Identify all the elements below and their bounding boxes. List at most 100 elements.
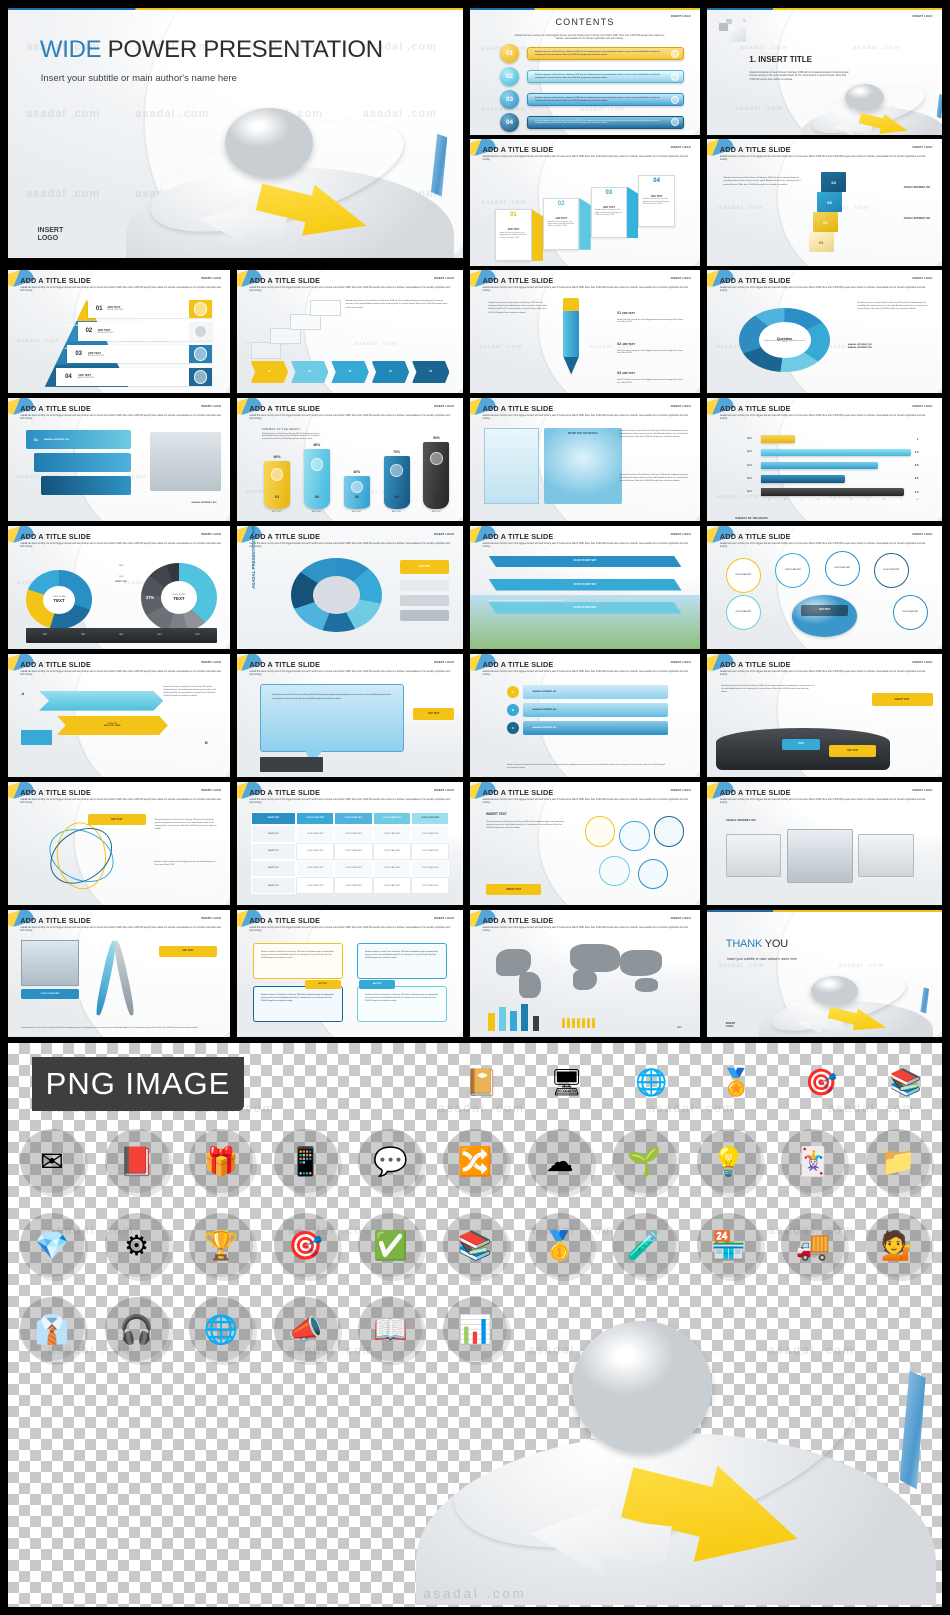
thankyou-slide[interactable]: asadal .comasadal .com THANK YOU Insert … bbox=[707, 910, 942, 1037]
list-item[interactable]: 01 Started its business in Seoul Korea i… bbox=[499, 44, 684, 64]
add-text-button[interactable]: CLICK TO ADD TEXT bbox=[488, 555, 682, 568]
donut-chart-right[interactable]: CLICK TO ADD TEXT 37% bbox=[141, 562, 217, 632]
list-item[interactable]: 01 ASADAL INTERNET, INC bbox=[26, 430, 131, 449]
list-item[interactable]: 05 bbox=[411, 361, 450, 384]
circle-node[interactable] bbox=[619, 821, 650, 852]
diamond-icon[interactable]: 💎 bbox=[20, 1213, 84, 1277]
medal-ribbon-icon[interactable]: 🏅 bbox=[714, 1060, 758, 1104]
add-text-button[interactable]: CLICK TO ADD TEXT bbox=[488, 602, 682, 614]
globe-network-slide[interactable]: ADD A TITLE SLIDE Asadal has been runnin… bbox=[707, 526, 942, 649]
intro-slide[interactable]: asadal .com asadal .com asadal .com asad… bbox=[707, 8, 942, 135]
city-slide[interactable]: ADD A TITLE SLIDE Asadal has been runnin… bbox=[470, 526, 700, 649]
playing-cards-icon[interactable]: 🃏 bbox=[781, 1129, 846, 1193]
target-dartboard-icon[interactable]: 🎯 bbox=[273, 1213, 338, 1277]
list-item[interactable]: 03 Started its business in Seoul Korea i… bbox=[499, 89, 684, 110]
ribbon-slide[interactable]: ADD A TITLE SLIDE Asadal has been runnin… bbox=[8, 654, 230, 777]
target-arrow-icon[interactable]: 🎯 bbox=[799, 1060, 843, 1104]
bar-series-item[interactable]: TEXT 1 bbox=[738, 432, 919, 445]
list-item[interactable]: 03 ADD TEXT Asadal has been running one … bbox=[617, 361, 686, 384]
text-card[interactable]: Started its business in Seoul Korea in F… bbox=[252, 943, 344, 979]
text-card[interactable]: Started its business in Seoul Korea in F… bbox=[356, 943, 448, 979]
checklist-wallet-icon[interactable]: ✅ bbox=[358, 1213, 423, 1277]
browser-gear-icon[interactable]: 🖥 bbox=[545, 1060, 589, 1104]
add-text-button[interactable]: ADD TEXT bbox=[158, 945, 217, 957]
list-item[interactable]: 01 bbox=[250, 361, 289, 384]
list-item[interactable] bbox=[33, 453, 131, 472]
pencil-slide[interactable]: asadal .comasadal .com ADD A TITLE SLIDE… bbox=[470, 270, 700, 393]
list-item[interactable]: 02 ADD TEXT Asadal has been running one … bbox=[617, 332, 686, 355]
table-row[interactable]: INSERT TEXT CLICK TO ADD TEXT CLICK TO A… bbox=[250, 825, 450, 843]
boxes-slide[interactable]: ADD A TITLE SLIDE Asadal has been runnin… bbox=[237, 910, 463, 1037]
click-to-add-text-button[interactable]: CLICK TO ADD TEXT bbox=[21, 988, 80, 999]
hourglass-slide[interactable]: asadal .comasadal .com ADD A TITLE SLIDE… bbox=[8, 398, 230, 521]
gift-icon[interactable]: 🎁 bbox=[189, 1129, 254, 1193]
books-shelf-icon[interactable]: 📚 bbox=[442, 1213, 507, 1277]
text-card[interactable]: Started its business in Seoul Korea in F… bbox=[356, 986, 448, 1022]
cube-slide[interactable]: asadal .comasadal .com ADD A TITLE SLIDE… bbox=[707, 139, 942, 266]
horizontal-bar-chart-slide[interactable]: asadal .comasadal .com ADD A TITLE SLIDE… bbox=[707, 398, 942, 521]
folder-pen-icon[interactable]: 📁 bbox=[865, 1129, 930, 1193]
node-button[interactable]: CLICK TO ADD TEXT bbox=[725, 594, 762, 631]
envelope-icon[interactable]: ✉ bbox=[20, 1129, 84, 1193]
open-book-icon[interactable]: 📖 bbox=[358, 1297, 423, 1361]
insert-text-button[interactable]: INSERT TEXT bbox=[871, 693, 933, 706]
vertical-bar-chart-slide[interactable]: asadal .comasadal .com ADD A TITLE SLIDE… bbox=[237, 398, 463, 521]
list-item[interactable]: 03 ADD TEXT Asadal has been running one … bbox=[590, 186, 628, 239]
cloud-heart-icon[interactable]: ☁ bbox=[527, 1129, 592, 1193]
add-text-button[interactable]: ADD TEXT bbox=[304, 979, 341, 989]
bar-series-item[interactable]: TEXT 4.3 bbox=[738, 486, 919, 499]
browser-gears-icon[interactable]: ⚙ bbox=[104, 1213, 169, 1277]
insert-text-button[interactable]: INSERT TEXT bbox=[486, 884, 542, 896]
contents-slide[interactable]: asadal .com asadal .com asadal .com asad… bbox=[470, 8, 700, 135]
donut-chart-slide[interactable]: asadal .comasadal .com ADD A TITLE SLIDE… bbox=[8, 526, 230, 649]
globe-mail-icon[interactable]: 🌐 bbox=[630, 1060, 674, 1104]
screens-slide[interactable]: ADD A TITLE SLIDE Asadal has been runnin… bbox=[707, 782, 942, 905]
list-item[interactable]: 01 ADD TEXT Asadal has been running one … bbox=[617, 301, 686, 324]
globe-at-icon[interactable]: 🌐 bbox=[189, 1297, 254, 1361]
bar-series-item[interactable]: TEXT 2.5 bbox=[738, 472, 919, 485]
pin-label[interactable]: ADD TEXT bbox=[829, 745, 877, 758]
plant-heart-icon[interactable]: 🌱 bbox=[612, 1129, 677, 1193]
add-text-button[interactable]: CLICK TO ADD TEXT HERE bbox=[56, 715, 168, 736]
abc-slide[interactable]: ADD A TITLE SLIDE Asadal has been runnin… bbox=[470, 654, 700, 777]
hero-slide[interactable]: asadal .com asadal .com asadal .com asad… bbox=[8, 8, 463, 258]
add-text-button[interactable]: ADD TEXT bbox=[359, 979, 396, 989]
delivery-truck-gift-icon[interactable]: 🚚 bbox=[781, 1213, 846, 1277]
stairs-slide[interactable]: asadal .comasadal .com ADD A TITLE SLIDE… bbox=[237, 270, 463, 393]
megaphone-icon[interactable]: 📣 bbox=[273, 1297, 338, 1361]
water-slide[interactable]: ADD A TITLE SLIDE Asadal has been runnin… bbox=[470, 398, 700, 521]
node-button[interactable]: CLICK TO ADD TEXT bbox=[892, 594, 928, 631]
text-card[interactable]: Started its business in Seoul Korea in F… bbox=[252, 986, 344, 1022]
list-item[interactable]: 03 bbox=[331, 361, 369, 384]
chat-bubbles-icon[interactable]: 💬 bbox=[358, 1129, 423, 1193]
test-tubes-icon[interactable]: 🧪 bbox=[612, 1213, 677, 1277]
support-agent-icon[interactable]: 💁 bbox=[865, 1213, 930, 1277]
list-item[interactable]: 04 Started its business in Seoul Korea i… bbox=[499, 112, 684, 133]
smiley-lightbulb-icon[interactable]: 💡 bbox=[696, 1129, 761, 1193]
list-item[interactable]: 04 bbox=[371, 361, 410, 384]
circle-node[interactable] bbox=[653, 816, 685, 847]
circles-slide[interactable]: ADD A TITLE SLIDE Asadal has been runnin… bbox=[470, 782, 700, 905]
list-item[interactable]: 02 Started its business in Seoul Korea i… bbox=[499, 67, 684, 87]
list-item[interactable]: 02 ADD TEXT Asadal has been running one … bbox=[543, 197, 580, 250]
list-item[interactable]: C ASADAL INTERNET, INC bbox=[506, 720, 668, 735]
list-item[interactable]: 02 bbox=[290, 361, 329, 384]
data-table[interactable]: INSERT TEXT CLICK TO ADD TEXT CLICK TO A… bbox=[250, 811, 450, 898]
gear-slide[interactable]: ADD A TITLE SLIDE Asadal has been runnin… bbox=[237, 526, 463, 649]
question-slide[interactable]: asadal .comasadal .com ADD A TITLE SLIDE… bbox=[707, 270, 942, 393]
add-text-button[interactable]: ADD TEXT bbox=[399, 560, 450, 574]
books-icon[interactable]: 📚 bbox=[884, 1060, 928, 1104]
add-text-button[interactable]: ADD TEXT bbox=[413, 708, 454, 721]
node-button[interactable]: CLICK TO ADD TEXT bbox=[824, 550, 860, 586]
mobile-check-icon[interactable]: 📱 bbox=[273, 1129, 338, 1193]
table-row[interactable]: INSERT TEXT CLICK TO ADD TEXT CLICK TO A… bbox=[250, 876, 450, 895]
headset-girl-avatar-icon[interactable]: 🎧 bbox=[104, 1297, 169, 1361]
road-slide[interactable]: ADD A TITLE SLIDE Asadal has been runnin… bbox=[707, 654, 942, 777]
pyramid-slide[interactable]: asadal .comasadal .com ADD A TITLE SLIDE… bbox=[8, 270, 230, 393]
map-slide[interactable]: ADD A TITLE SLIDE Asadal has been runnin… bbox=[470, 910, 700, 1037]
timeline-bar[interactable]: TEXT TEXT TEXT TEXT TEXT bbox=[25, 628, 217, 643]
trophy-star-icon[interactable]: 🏆 bbox=[189, 1213, 254, 1277]
list-item[interactable]: B ASADAL INTERNET, INC bbox=[506, 702, 668, 717]
notebook-search-icon[interactable]: 📔 bbox=[460, 1060, 504, 1104]
circle-node[interactable] bbox=[585, 816, 616, 847]
